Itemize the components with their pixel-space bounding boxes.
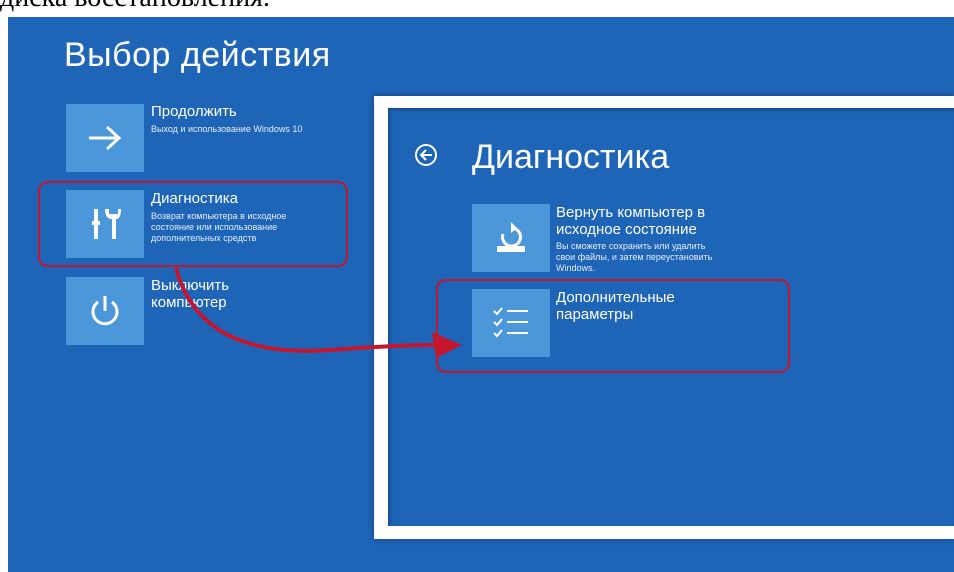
troubleshoot-highlight (38, 181, 348, 267)
back-button[interactable] (415, 144, 437, 166)
continue-title[interactable]: Продолжить (151, 103, 237, 120)
reset-pc-title-2[interactable]: исходное состояние (556, 221, 697, 238)
reset-pc-title-1[interactable]: Вернуть компьютер в (556, 204, 705, 221)
continue-desc: Выход и использование Windows 10 (151, 124, 303, 134)
shutdown-tile[interactable] (66, 277, 144, 345)
page-title: Выбор действия (64, 36, 331, 74)
reset-pc-desc-3: Windows. (556, 263, 596, 273)
power-icon (91, 296, 119, 326)
reset-pc-desc-2: свои файлы, и затем переустановить (556, 252, 713, 262)
shutdown-title-2[interactable]: компьютер (151, 294, 227, 311)
page-caption: диска восстановления. (0, 0, 270, 12)
continue-tile[interactable] (66, 104, 144, 172)
reset-icon (497, 222, 525, 252)
advanced-options-highlight (436, 279, 790, 373)
back-arrow-icon (419, 149, 432, 161)
arrow-right-icon (89, 125, 122, 151)
reset-pc-desc-1: Вы сможете сохранить или удалить (556, 241, 706, 251)
reset-pc-tile[interactable] (472, 204, 550, 272)
troubleshoot-page-title: Диагностика (472, 138, 670, 176)
shutdown-title-1[interactable]: Выключить (151, 277, 229, 294)
